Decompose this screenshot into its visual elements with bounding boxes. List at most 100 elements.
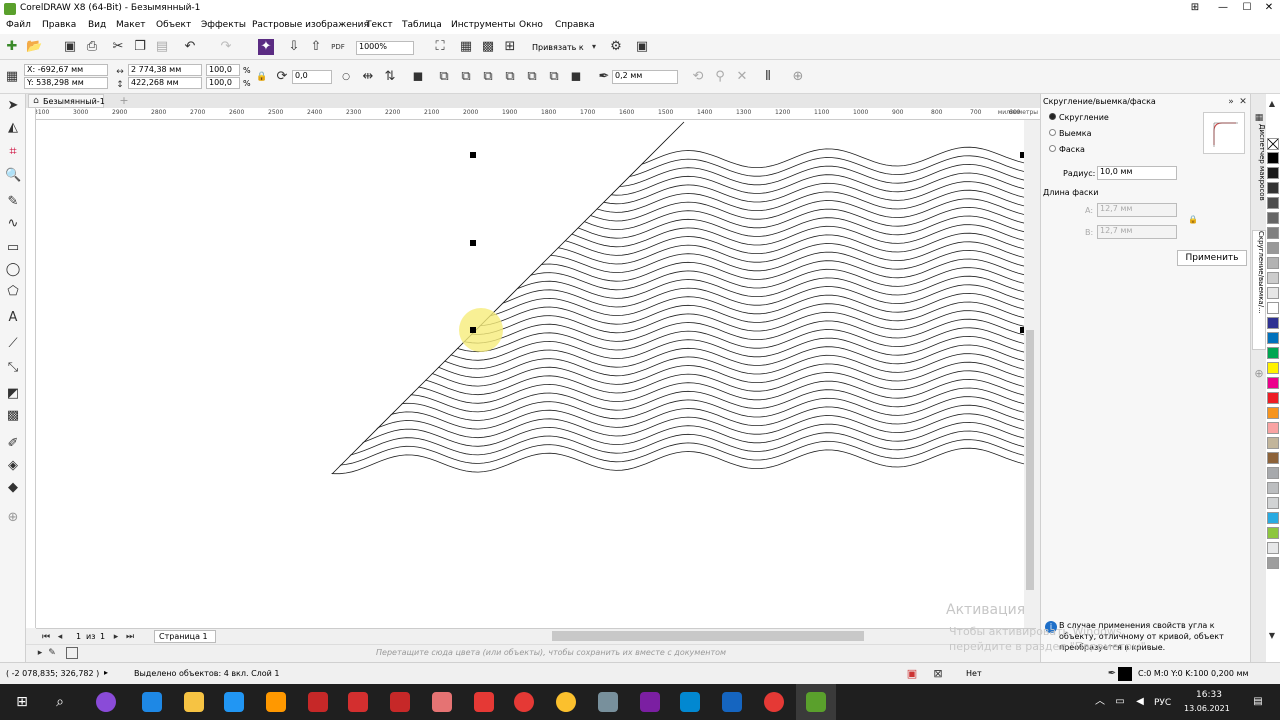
new-document-icon[interactable]: ✚ [4, 39, 20, 55]
outline-width-field[interactable]: 0,2 мм [612, 70, 678, 84]
camera-icon[interactable] [598, 692, 618, 712]
zoom-level-field[interactable]: 1000% [356, 41, 414, 55]
radius-field[interactable]: 10,0 мм [1097, 166, 1177, 180]
chamfer-b-field[interactable]: 12,7 мм [1097, 225, 1177, 239]
print-icon[interactable]: ⎙ [84, 39, 100, 55]
fillet-option-label[interactable]: Скругление [1059, 113, 1109, 122]
rectangle-tool-icon[interactable]: ▭ [5, 240, 21, 256]
fillet-radio[interactable] [1049, 113, 1056, 120]
volume-icon[interactable]: ◀ [1132, 694, 1148, 710]
app-icon-5[interactable] [266, 692, 286, 712]
page-tab[interactable]: Страница 1 [154, 630, 216, 643]
quick-trace-icon[interactable]: ⟲ [690, 69, 706, 85]
transparency-icon[interactable]: ▩ [5, 408, 21, 424]
last-page-icon[interactable]: ⏭ [122, 629, 138, 645]
front-minus-back-icon[interactable]: ⧉ [524, 69, 540, 85]
chamfer-a-field[interactable]: 12,7 мм [1097, 203, 1177, 217]
rotation-angle-field[interactable]: 0,0 [292, 70, 332, 84]
color-swatch[interactable] [1267, 452, 1279, 464]
add-docker-icon[interactable]: ⊕ [1251, 366, 1267, 382]
no-color-swatch[interactable] [66, 647, 78, 659]
app-icon-8[interactable] [390, 692, 410, 712]
menu-object[interactable]: Объект [156, 20, 191, 30]
vertical-ruler[interactable] [26, 108, 36, 628]
smart-fill-icon[interactable]: ◆ [5, 480, 21, 496]
parallel-dimension-icon[interactable]: ⟋ [5, 336, 21, 352]
selection-handle[interactable] [470, 152, 476, 158]
color-swatch[interactable] [1267, 362, 1279, 374]
chamfer-option-label[interactable]: Фаска [1059, 145, 1085, 154]
add-tool-icon[interactable]: ⊕ [5, 510, 21, 526]
copy-icon[interactable]: ❐ [132, 39, 148, 55]
menu-file[interactable]: Файл [6, 20, 31, 30]
search-content-icon[interactable]: ✦ [258, 39, 274, 55]
menu-table[interactable]: Таблица [402, 20, 442, 30]
horizontal-scrollbar[interactable] [552, 631, 864, 641]
menu-effects[interactable]: Эффекты [201, 20, 246, 30]
color-swatch[interactable] [1267, 542, 1279, 554]
coreldraw-taskbar-icon[interactable] [806, 692, 826, 712]
align-icon[interactable]: ⫴ [760, 69, 776, 85]
color-swatch[interactable] [1267, 242, 1279, 254]
x-position-field[interactable]: X: -692,67 мм [24, 64, 108, 76]
color-swatch[interactable] [1267, 317, 1279, 329]
media-player-icon[interactable] [224, 692, 244, 712]
menu-view[interactable]: Вид [88, 20, 106, 30]
pdf-icon[interactable]: PDF [330, 39, 346, 55]
wave-lines-group[interactable] [316, 146, 1024, 475]
interactive-fill-icon[interactable]: ◈ [5, 458, 21, 474]
menu-text[interactable]: Текст [366, 20, 393, 30]
recorder-icon[interactable] [764, 692, 784, 712]
network-icon[interactable]: ▭ [1112, 694, 1128, 710]
color-swatch[interactable] [1267, 197, 1279, 209]
menu-tools[interactable]: Инструменты [451, 20, 515, 30]
open-icon[interactable]: 📂 [26, 39, 42, 55]
color-swatch[interactable] [1267, 482, 1279, 494]
shape-tool-icon[interactable]: ◭ [5, 120, 21, 136]
no-color-swatch[interactable] [1267, 138, 1279, 150]
vertical-scrollbar[interactable] [1024, 120, 1036, 628]
freehand-tool-icon[interactable]: ✎ [5, 194, 21, 210]
menu-layout[interactable]: Макет [116, 20, 146, 30]
drawing-canvas[interactable]: Активация Windows [36, 120, 1024, 628]
new-tab-icon[interactable]: + [116, 93, 132, 109]
color-swatch[interactable] [1267, 347, 1279, 359]
color-swatch[interactable] [1267, 257, 1279, 269]
polygon-tool-icon[interactable]: ⬠ [5, 284, 21, 300]
scale-x-field[interactable]: 100,0 [206, 64, 240, 76]
mirror-vertical-icon[interactable]: ⇅ [382, 69, 398, 85]
app-icon-9[interactable] [432, 692, 452, 712]
mirror-horizontal-icon[interactable]: ⇹ [360, 69, 376, 85]
palette-scroll-down-icon[interactable]: ▼ [1265, 628, 1279, 644]
snap-to-dropdown[interactable]: Привязать к [532, 43, 584, 52]
color-swatch[interactable] [1267, 167, 1279, 179]
color-swatch[interactable] [1267, 302, 1279, 314]
app-icon-15[interactable] [680, 692, 700, 712]
color-swatch[interactable] [1267, 392, 1279, 404]
tray-chevron-icon[interactable]: ︿ [1092, 694, 1108, 710]
save-icon[interactable]: ▣ [62, 39, 78, 55]
docker-close-icon[interactable]: ✕ [1235, 94, 1251, 110]
redo-icon[interactable]: ↷ [218, 39, 234, 55]
full-screen-icon[interactable]: ⛶ [432, 39, 448, 55]
chamfer-lock-icon[interactable]: 🔒 [1185, 212, 1201, 228]
no-fill-icon[interactable]: ⊠ [930, 666, 946, 682]
chamfer-radio[interactable] [1049, 145, 1056, 152]
color-swatch[interactable] [1267, 227, 1279, 239]
simplify-icon[interactable]: ⧉ [502, 69, 518, 85]
rulers-icon[interactable]: ▦ [458, 39, 474, 55]
drop-shadow-icon[interactable]: ◩ [5, 386, 21, 402]
object-origin-icon[interactable]: ▦ [4, 69, 20, 85]
ellipse-tool-icon[interactable]: ◯ [5, 262, 21, 278]
launch-icon[interactable]: ▣ [634, 39, 650, 55]
color-swatch[interactable] [1267, 467, 1279, 479]
color-swatch[interactable] [1267, 422, 1279, 434]
macro-manager-tab[interactable]: Диспетчер макросов [1252, 124, 1266, 220]
search-icon[interactable]: ⌕ [52, 694, 68, 710]
pick-tool-icon[interactable]: ➤ [5, 98, 21, 114]
options-gear-icon[interactable]: ⚙ [608, 39, 624, 55]
windows-start-icon[interactable]: ⊞ [14, 694, 30, 710]
grid-icon[interactable]: ▩ [480, 39, 496, 55]
document-tab[interactable]: Безымянный-1 [43, 97, 105, 106]
app-icon-1[interactable] [96, 692, 116, 712]
